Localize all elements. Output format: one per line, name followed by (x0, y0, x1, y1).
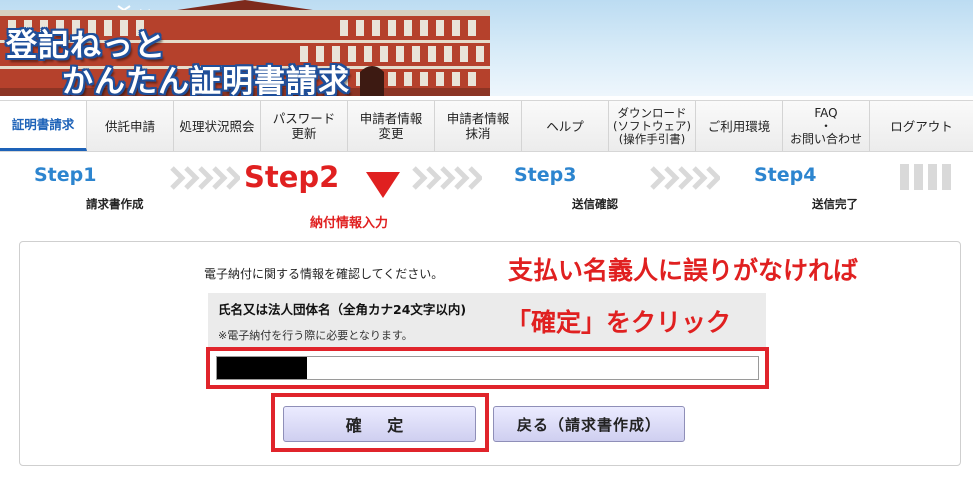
nav-deposit-application[interactable]: 供託申請 (87, 101, 174, 151)
annotation-line1: 支払い名義人に誤りがなければ (508, 256, 859, 285)
step3-label: 送信確認 (572, 197, 618, 211)
current-step-triangle-icon (366, 172, 400, 198)
nav-environment[interactable]: ご利用環境 (696, 101, 783, 151)
nav-certificate-request[interactable]: 証明書請求 (0, 101, 87, 151)
step2-label: 納付情報入力 (310, 216, 389, 231)
site-banner: 登記ねっと かんたん証明書請求 (0, 0, 973, 96)
nav-applicant-change[interactable]: 申請者情報 変更 (348, 101, 435, 151)
nav-help[interactable]: ヘルプ (522, 101, 609, 151)
chevron-arrows-icon (650, 166, 720, 190)
instruction-text: 電子納付に関する情報を確認してください。 (204, 267, 444, 281)
main-nav: 証明書請求 供託申請 処理状況照会 パスワード 更新 申請者情報 変更 申請者情… (0, 100, 973, 152)
confirm-button[interactable]: 確 定 (283, 406, 476, 442)
nav-logout[interactable]: ログアウト (870, 101, 973, 151)
step1-title: Step1 (34, 164, 97, 186)
name-field-note: ※電子納付を行う際に必要となります。 (218, 329, 413, 342)
chevron-arrows-icon (170, 166, 240, 190)
nav-password-update[interactable]: パスワード 更新 (261, 101, 348, 151)
step4-title: Step4 (754, 164, 817, 186)
nav-faq-contact[interactable]: FAQ ・ お問い合わせ (783, 101, 870, 151)
step1-label: 請求書作成 (86, 197, 144, 211)
logo-title-line2: かんたん証明書請求 (62, 64, 350, 96)
nav-download[interactable]: ダウンロード (ソフトウェア) (操作手引書) (609, 101, 696, 151)
nav-applicant-delete[interactable]: 申請者情報 抹消 (435, 101, 522, 151)
step2-title: Step2 (244, 160, 340, 194)
step4-label: 送信完了 (812, 197, 858, 211)
chevron-arrows-icon (412, 166, 482, 190)
name-field-label: 氏名又は法人団体名（全角カナ24文字以内) (218, 302, 467, 317)
back-to-request-button[interactable]: 戻る（請求書作成） (493, 406, 685, 442)
step-indicator: Step1 請求書作成 Step2 納付情報入力 Step3 送信確認 Step… (0, 152, 973, 232)
annotation-line2: 「確定」をクリック (506, 308, 732, 337)
progress-bars-icon (900, 164, 951, 190)
step3-title: Step3 (514, 164, 577, 186)
redacted-name-value (217, 357, 307, 379)
nav-status-inquiry[interactable]: 処理状況照会 (174, 101, 261, 151)
